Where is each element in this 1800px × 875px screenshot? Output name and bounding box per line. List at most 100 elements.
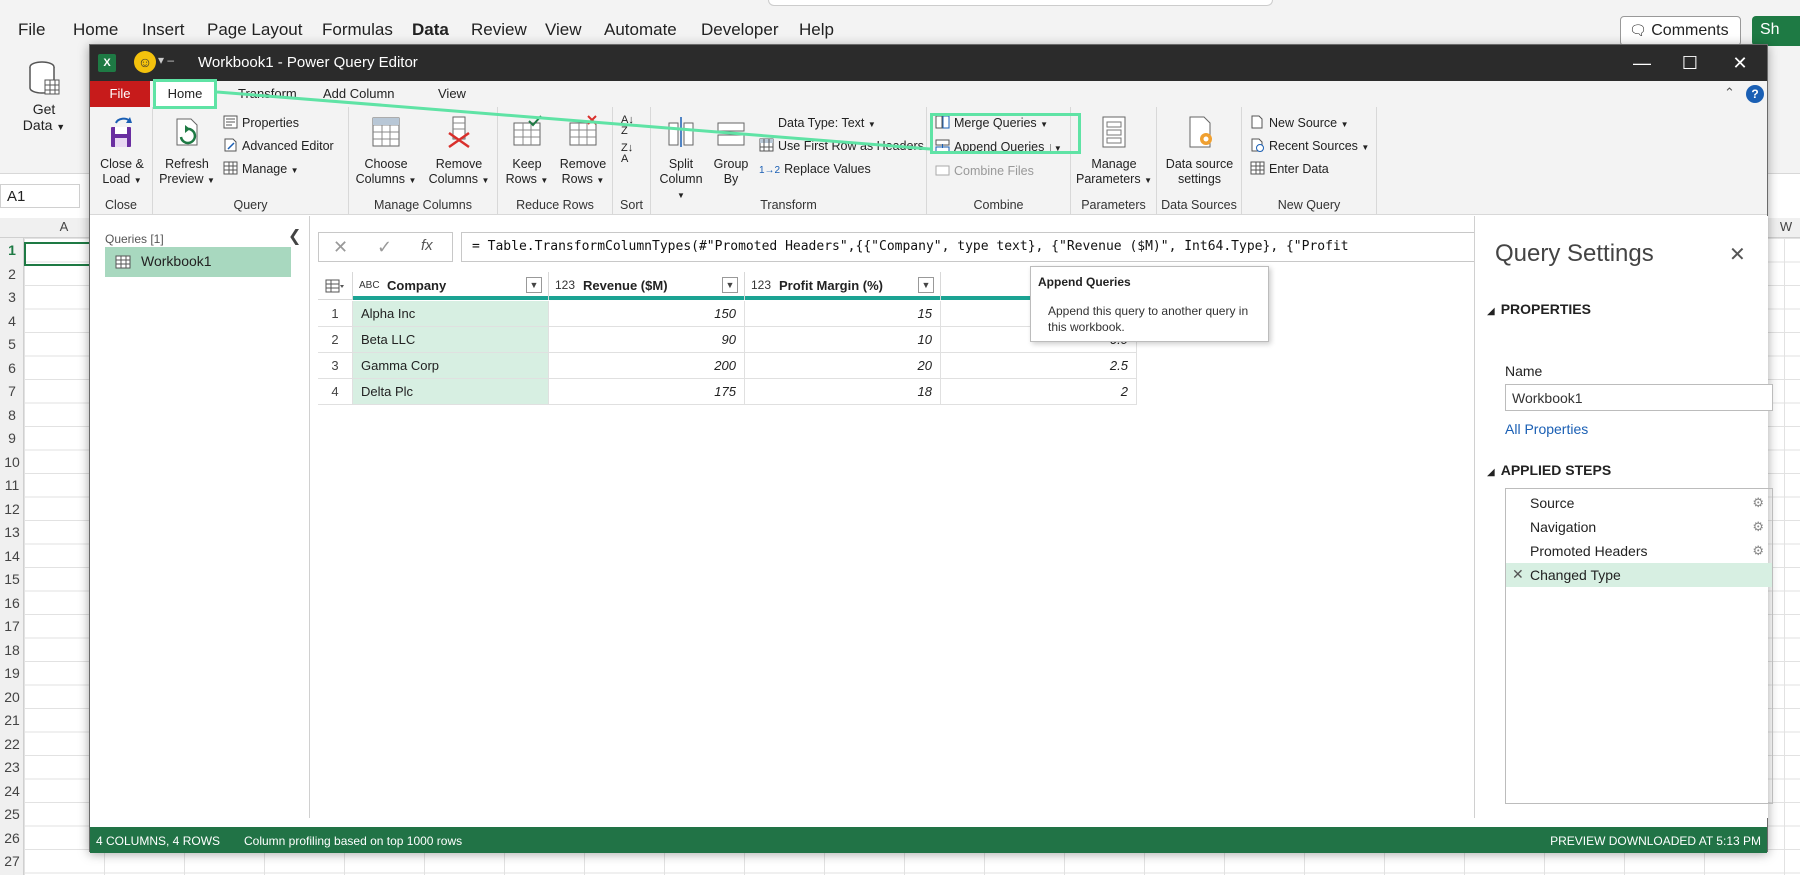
row-header-25[interactable]: 25 [0,806,24,822]
excel-menu-review[interactable]: Review [471,20,527,40]
recent-sources-button[interactable]: Recent Sources ▼ [1250,138,1369,156]
column-header-revenue[interactable]: 123 Revenue ($M) ▼ [549,272,745,300]
manage-button[interactable]: Manage ▼ [223,161,299,179]
share-button[interactable]: Sh [1752,16,1800,46]
step-changed-type[interactable]: ✕ Changed Type [1506,563,1772,587]
excel-menu-page-layout[interactable]: Page Layout [207,20,302,40]
cell-column-4[interactable]: 2.5 [941,353,1137,379]
excel-menu-view[interactable]: View [545,20,582,40]
step-source[interactable]: Source ⚙ [1506,491,1772,515]
tab-add-column[interactable]: Add Column [323,86,395,101]
status-profiling[interactable]: Column profiling based on top 1000 rows [244,834,462,848]
filter-dropdown-icon[interactable]: ▼ [526,277,542,293]
row-header-8[interactable]: 8 [0,407,24,423]
cell-profit-margin[interactable]: 15 [745,301,941,327]
column-header-company[interactable]: ABC Company ▼ [353,272,549,300]
row-header-3[interactable]: 3 [0,289,24,305]
close-window-icon[interactable]: ✕ [1720,51,1760,75]
data-type-dropdown[interactable]: Data Type: Text ▼ [759,115,876,133]
cell-revenue[interactable]: 150 [549,301,745,327]
refresh-preview-button[interactable]: Refresh Preview ▼ [157,115,217,188]
comments-button[interactable]: 🗨 Comments [1620,16,1741,46]
excel-menu-home[interactable]: Home [73,20,118,40]
excel-menu-automate[interactable]: Automate [604,20,677,40]
row-header-10[interactable]: 10 [0,454,24,470]
row-header-9[interactable]: 9 [0,430,24,446]
help-icon[interactable]: ? [1746,85,1764,103]
row-header-2[interactable]: 2 [0,266,24,282]
properties-section-header[interactable]: ◢ PROPERTIES [1487,301,1591,317]
column-header-profit-margin[interactable]: 123 Profit Margin (%) ▼ [745,272,941,300]
delete-step-icon[interactable]: ✕ [1512,566,1524,583]
filter-dropdown-icon[interactable]: ▼ [722,277,738,293]
column-header-w[interactable]: W [1772,219,1800,234]
row-header-12[interactable]: 12 [0,501,24,517]
row-header-26[interactable]: 26 [0,830,24,846]
filter-dropdown-icon[interactable]: ▼ [918,277,934,293]
excel-menu-help[interactable]: Help [799,20,834,40]
quick-access-dropdown-icon[interactable]: ▾ – [158,53,174,67]
collapse-ribbon-icon[interactable]: ⌃ [1724,85,1735,101]
cell-column-4[interactable]: 2 [941,379,1137,405]
row-header-27[interactable]: 27 [0,853,24,869]
gear-icon[interactable]: ⚙ [1752,495,1764,511]
excel-menu-file[interactable]: File [18,20,45,40]
new-source-button[interactable]: New Source ▼ [1250,115,1349,133]
cell-company[interactable]: Gamma Corp [353,353,549,379]
tab-view[interactable]: View [438,86,466,101]
minimize-icon[interactable]: — [1622,51,1662,75]
number-type-icon[interactable]: 123 [751,278,771,292]
close-settings-icon[interactable]: ✕ [1729,242,1746,267]
fx-icon[interactable]: fx [421,237,433,254]
row-header-20[interactable]: 20 [0,689,24,705]
step-promoted-headers[interactable]: Promoted Headers ⚙ [1506,539,1772,563]
data-source-settings-button[interactable]: Data source settings [1159,115,1240,187]
row-header-16[interactable]: 16 [0,595,24,611]
row-header-11[interactable]: 11 [0,477,24,493]
row-header-18[interactable]: 18 [0,642,24,658]
cell-profit-margin[interactable]: 18 [745,379,941,405]
applied-steps-section-header[interactable]: ◢ APPLIED STEPS [1487,462,1611,478]
cell-revenue[interactable]: 200 [549,353,745,379]
query-item-workbook1[interactable]: Workbook1 [105,247,291,277]
cell-company[interactable]: Beta LLC [353,327,549,353]
enter-data-button[interactable]: Enter Data [1250,161,1329,177]
tab-file[interactable]: File [90,81,150,107]
cell-company[interactable]: Alpha Inc [353,301,549,327]
replace-values-button[interactable]: 1→2 Replace Values [759,161,871,179]
cell-company[interactable]: Delta Plc [353,379,549,405]
gear-icon[interactable]: ⚙ [1752,519,1764,535]
collapse-queries-icon[interactable]: ❮ [288,226,301,246]
row-header-21[interactable]: 21 [0,712,24,728]
query-name-input[interactable]: Workbook1 [1505,384,1773,411]
smiley-feedback-icon[interactable]: ☺ [134,51,156,73]
step-navigation[interactable]: Navigation ⚙ [1506,515,1772,539]
advanced-editor-button[interactable]: Advanced Editor [223,138,334,154]
properties-button[interactable]: Properties [223,115,299,131]
confirm-formula-icon[interactable]: ✓ [377,237,392,258]
remove-columns-button[interactable]: Remove Columns ▼ [423,115,495,188]
excel-menu-insert[interactable]: Insert [142,20,185,40]
formula-input[interactable]: = Table.TransformColumnTypes(#"Promoted … [461,232,1524,262]
group-by-button[interactable]: Group By [709,115,753,187]
row-header-5[interactable]: 5 [0,336,24,352]
all-properties-link[interactable]: All Properties [1505,421,1588,437]
get-data-button[interactable]: Get Data ▼ [16,60,72,133]
sort-descending-icon[interactable]: Z↓ A [621,143,633,165]
table-menu-header[interactable] [318,272,353,300]
name-box[interactable]: A1 [0,184,80,208]
cell-revenue[interactable]: 175 [549,379,745,405]
row-number[interactable]: 4 [318,379,353,405]
row-header-14[interactable]: 14 [0,548,24,564]
gear-icon[interactable]: ⚙ [1752,543,1764,559]
cell-profit-margin[interactable]: 10 [745,327,941,353]
use-first-row-as-headers-button[interactable]: Use First Row as Headers [759,138,924,154]
cell-revenue[interactable]: 90 [549,327,745,353]
cancel-formula-icon[interactable]: ✕ [333,237,348,258]
row-header-23[interactable]: 23 [0,759,24,775]
row-header-15[interactable]: 15 [0,571,24,587]
excel-menu-data[interactable]: Data [412,20,449,40]
row-header-19[interactable]: 19 [0,665,24,681]
excel-menu-formulas[interactable]: Formulas [322,20,393,40]
close-and-load-button[interactable]: Close & Load ▼ [94,115,150,188]
